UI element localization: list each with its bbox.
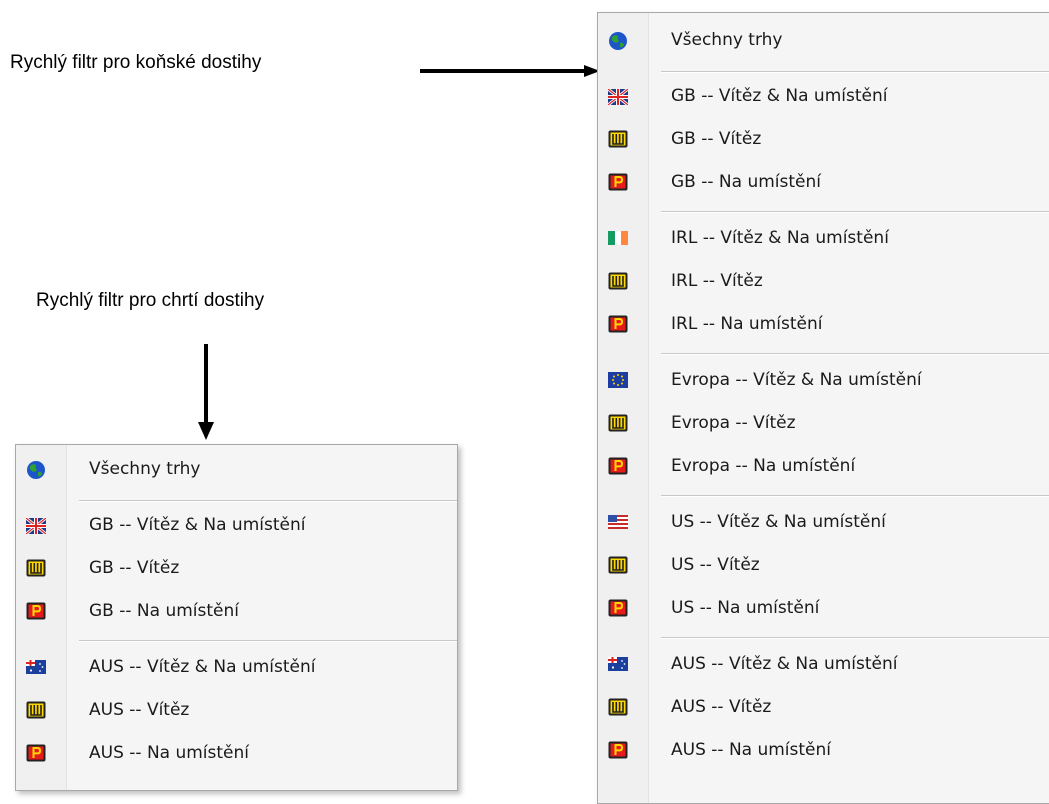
menu-item-aus-win[interactable]: AUS -- Vítěz (16, 689, 457, 731)
menu-separator (661, 211, 1049, 213)
menu-item-aus-win[interactable]: AUS -- Vítěz (598, 686, 1049, 728)
menu-item-aus-win-place[interactable]: AUS -- Vítěz & Na umístění (598, 643, 1049, 685)
menu-item-gb-win[interactable]: GB -- Vítěz (598, 118, 1049, 160)
menu-item-label: GB -- Na umístění (671, 172, 821, 192)
menu-separator (79, 500, 457, 502)
menu-item-gb-place[interactable]: GB -- Na umístění (16, 590, 457, 632)
place-badge-icon (608, 457, 628, 475)
menu-item-aus-place[interactable]: AUS -- Na umístění (16, 732, 457, 774)
win-badge-icon (608, 130, 628, 148)
menu-separator (661, 71, 1049, 73)
menu-item-label: AUS -- Vítěz (89, 700, 190, 720)
menu-item-us-win-place[interactable]: US -- Vítěz & Na umístění (598, 501, 1049, 543)
menu-item-label: IRL -- Vítěz & Na umístění (671, 228, 889, 248)
menu-item-gb-win[interactable]: GB -- Vítěz (16, 547, 457, 589)
menu-item-label: AUS -- Vítěz & Na umístění (89, 657, 316, 677)
gb-flag-icon (607, 87, 629, 107)
menu-separator (661, 495, 1049, 497)
menu-item-label: AUS -- Vítěz (671, 697, 772, 717)
menu-item-us-win[interactable]: US -- Vítěz (598, 544, 1049, 586)
greyhound-racing-caption: Rychlý filtr pro chrtí dostihy (36, 290, 265, 311)
menu-item-label: GB -- Vítěz & Na umístění (671, 86, 888, 106)
menu-item-label: IRL -- Na umístění (671, 314, 823, 334)
place-badge-icon (26, 602, 46, 620)
win-badge-icon (26, 701, 46, 719)
us-flag-icon (608, 513, 628, 531)
menu-item-irl-place[interactable]: IRL -- Na umístění (598, 303, 1049, 345)
greyhound-racing-filter-menu: Všechny trhy GB -- Vítěz & Na umístění G… (15, 444, 458, 791)
menu-item-gb-win-place[interactable]: GB -- Vítěz & Na umístění (16, 504, 457, 546)
place-badge-icon (26, 744, 46, 762)
menu-separator (661, 353, 1049, 355)
menu-item-gb-place[interactable]: GB -- Na umístění (598, 161, 1049, 203)
menu-item-label: GB -- Vítěz (671, 129, 762, 149)
menu-item-label: Všechny trhy (89, 459, 201, 479)
menu-item-aus-place[interactable]: AUS -- Na umístění (598, 729, 1049, 771)
menu-item-label: US -- Vítěz (671, 555, 760, 575)
menu-item-label: Evropa -- Vítěz (671, 413, 796, 433)
menu-item-all-markets[interactable]: Všechny trhy (16, 448, 457, 490)
menu-item-label: AUS -- Vítěz & Na umístění (671, 654, 898, 674)
win-badge-icon (608, 556, 628, 574)
place-badge-icon (608, 315, 628, 333)
menu-item-label: Všechny trhy (671, 30, 783, 50)
menu-separator (79, 640, 457, 642)
menu-item-gb-win-place[interactable]: GB -- Vítěz & Na umístění (598, 75, 1049, 117)
globe-icon (608, 31, 628, 50)
place-badge-icon (608, 741, 628, 759)
win-badge-icon (608, 414, 628, 432)
place-badge-icon (608, 173, 628, 191)
menu-item-europe-place[interactable]: Evropa -- Na umístění (598, 445, 1049, 487)
menu-item-label: AUS -- Na umístění (89, 743, 250, 763)
menu-item-label: GB -- Vítěz & Na umístění (89, 515, 306, 535)
menu-item-label: IRL -- Vítěz (671, 271, 763, 291)
ireland-flag-icon (608, 229, 628, 247)
arrow-down-icon (198, 344, 214, 440)
menu-item-all-markets[interactable]: Všechny trhy (598, 19, 1049, 61)
menu-item-label: Evropa -- Vítěz & Na umístění (671, 370, 922, 390)
menu-item-label: Evropa -- Na umístění (671, 456, 856, 476)
menu-item-label: US -- Vítěz & Na umístění (671, 512, 886, 532)
menu-separator (661, 637, 1049, 639)
menu-item-irl-win-place[interactable]: IRL -- Vítěz & Na umístění (598, 217, 1049, 259)
horse-racing-caption: Rychlý filtr pro koňské dostihy (10, 52, 262, 73)
menu-item-label: US -- Na umístění (671, 598, 820, 618)
aus-flag-icon (608, 655, 628, 673)
gb-flag-icon (25, 516, 47, 536)
eu-flag-icon (608, 371, 628, 389)
arrow-right-icon (420, 65, 600, 77)
menu-item-label: GB -- Vítěz (89, 558, 180, 578)
win-badge-icon (608, 272, 628, 290)
horse-racing-filter-menu: Všechny trhy GB -- Vítěz & Na umístění G… (597, 12, 1049, 804)
menu-item-irl-win[interactable]: IRL -- Vítěz (598, 260, 1049, 302)
menu-item-us-place[interactable]: US -- Na umístění (598, 587, 1049, 629)
win-badge-icon (26, 559, 46, 577)
win-badge-icon (608, 698, 628, 716)
globe-icon (26, 460, 46, 479)
menu-item-label: GB -- Na umístění (89, 601, 239, 621)
place-badge-icon (608, 599, 628, 617)
menu-item-europe-win-place[interactable]: Evropa -- Vítěz & Na umístění (598, 359, 1049, 401)
menu-item-europe-win[interactable]: Evropa -- Vítěz (598, 402, 1049, 444)
aus-flag-icon (26, 658, 46, 676)
menu-item-label: AUS -- Na umístění (671, 740, 832, 760)
menu-item-aus-win-place[interactable]: AUS -- Vítěz & Na umístění (16, 646, 457, 688)
